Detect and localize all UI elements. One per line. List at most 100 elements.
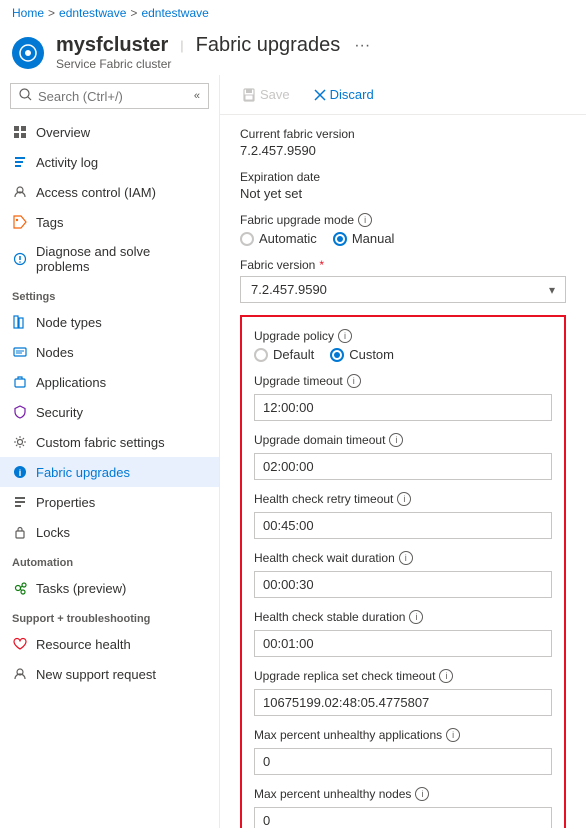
upgrade-mode-label: Fabric upgrade mode i — [240, 213, 566, 227]
applications-icon — [12, 374, 28, 390]
sidebar-item-tags[interactable]: Tags — [0, 207, 219, 237]
upgrade-domain-timeout-label: Upgrade domain timeout i — [254, 433, 552, 447]
locks-icon — [12, 524, 28, 540]
radio-custom-button[interactable] — [330, 348, 344, 362]
new-support-icon — [12, 666, 28, 682]
replica-timeout-field: Upgrade replica set check timeout i — [254, 669, 552, 716]
replica-timeout-label: Upgrade replica set check timeout i — [254, 669, 552, 683]
automation-section-header: Automation — [0, 547, 219, 573]
health-retry-input[interactable] — [254, 512, 552, 539]
max-unhealthy-nodes-info-icon[interactable]: i — [415, 787, 429, 801]
upgrade-timeout-input[interactable] — [254, 394, 552, 421]
sidebar-item-access-control[interactable]: Access control (IAM) — [0, 177, 219, 207]
current-version-value: 7.2.457.9590 — [240, 143, 566, 158]
search-expand-icon[interactable]: « — [194, 90, 200, 102]
health-stable-input[interactable] — [254, 630, 552, 657]
more-options-icon[interactable]: ··· — [354, 37, 370, 55]
max-unhealthy-apps-input[interactable] — [254, 748, 552, 775]
properties-icon — [12, 494, 28, 510]
radio-default[interactable]: Default — [254, 347, 314, 362]
radio-custom-label: Custom — [349, 347, 394, 362]
fabric-version-label: Fabric version * — [240, 258, 566, 272]
radio-automatic[interactable]: Automatic — [240, 231, 317, 246]
sidebar-item-security[interactable]: Security — [0, 397, 219, 427]
sidebar-label-nodes: Nodes — [36, 345, 74, 360]
expiration-label: Expiration date — [240, 170, 566, 184]
form-content: Current fabric version 7.2.457.9590 Expi… — [220, 115, 586, 828]
sidebar-label-diagnose: Diagnose and solve problems — [36, 244, 207, 274]
sidebar-label-applications: Applications — [36, 375, 106, 390]
sidebar-label-locks: Locks — [36, 525, 70, 540]
page-title: Fabric upgrades — [196, 34, 341, 57]
sidebar-item-tasks[interactable]: Tasks (preview) — [0, 573, 219, 603]
breadcrumb-home[interactable]: Home — [12, 6, 44, 20]
radio-manual[interactable]: Manual — [333, 231, 395, 246]
max-unhealthy-apps-info-icon[interactable]: i — [446, 728, 460, 742]
settings-section-header: Settings — [0, 281, 219, 307]
sidebar-label-resource-health: Resource health — [36, 637, 131, 652]
sidebar-item-overview[interactable]: Overview — [0, 117, 219, 147]
replica-timeout-input[interactable] — [254, 689, 552, 716]
upgrade-mode-info-icon[interactable]: i — [358, 213, 372, 227]
radio-manual-inner — [337, 236, 343, 242]
chevron-down-icon: ▾ — [549, 283, 555, 297]
radio-custom[interactable]: Custom — [330, 347, 394, 362]
sidebar-item-properties[interactable]: Properties — [0, 487, 219, 517]
policy-info-icon[interactable]: i — [338, 329, 352, 343]
sidebar-item-fabric-upgrades[interactable]: i Fabric upgrades — [0, 457, 219, 487]
sidebar-item-custom-fabric[interactable]: Custom fabric settings — [0, 427, 219, 457]
radio-automatic-button[interactable] — [240, 232, 254, 246]
health-stable-info-icon[interactable]: i — [409, 610, 423, 624]
breadcrumb-sep2: > — [130, 6, 137, 20]
sidebar-item-node-types[interactable]: Node types — [0, 307, 219, 337]
current-version-label: Current fabric version — [240, 127, 566, 141]
health-wait-input[interactable] — [254, 571, 552, 598]
health-stable-label: Health check stable duration i — [254, 610, 552, 624]
required-asterisk: * — [319, 258, 324, 272]
health-retry-info-icon[interactable]: i — [397, 492, 411, 506]
search-box[interactable]: « — [10, 83, 209, 109]
search-icon — [19, 88, 32, 104]
upgrade-domain-timeout-input[interactable] — [254, 453, 552, 480]
save-label: Save — [260, 87, 290, 102]
fabric-version-dropdown[interactable]: 7.2.457.9590 ▾ — [240, 276, 566, 303]
tags-icon — [12, 214, 28, 230]
upgrade-timeout-info-icon[interactable]: i — [347, 374, 361, 388]
breadcrumb-sep1: > — [48, 6, 55, 20]
breadcrumb-level2[interactable]: edntestwave — [141, 6, 208, 20]
discard-button[interactable]: Discard — [308, 83, 380, 106]
sidebar-item-applications[interactable]: Applications — [0, 367, 219, 397]
max-unhealthy-apps-label: Max percent unhealthy applications i — [254, 728, 552, 742]
radio-automatic-label: Automatic — [259, 231, 317, 246]
upgrade-timeout-field: Upgrade timeout i — [254, 374, 552, 421]
sidebar-label-activity-log: Activity log — [36, 155, 98, 170]
radio-manual-label: Manual — [352, 231, 395, 246]
toolbar: Save Discard — [220, 75, 586, 115]
fabric-version-value: 7.2.457.9590 — [251, 282, 327, 297]
sidebar-item-new-support[interactable]: New support request — [0, 659, 219, 689]
replica-timeout-info-icon[interactable]: i — [439, 669, 453, 683]
resource-subtitle: Service Fabric cluster — [56, 57, 370, 71]
sidebar-item-diagnose[interactable]: Diagnose and solve problems — [0, 237, 219, 281]
health-wait-info-icon[interactable]: i — [399, 551, 413, 565]
radio-default-label: Default — [273, 347, 314, 362]
max-unhealthy-apps-field: Max percent unhealthy applications i — [254, 728, 552, 775]
sidebar-item-nodes[interactable]: Nodes — [0, 337, 219, 367]
sidebar-item-resource-health[interactable]: Resource health — [0, 629, 219, 659]
health-wait-field: Health check wait duration i — [254, 551, 552, 598]
sidebar-label-security: Security — [36, 405, 83, 420]
radio-manual-button[interactable] — [333, 232, 347, 246]
radio-default-button[interactable] — [254, 348, 268, 362]
main-layout: « Overview Activity log Access control (… — [0, 75, 586, 828]
sidebar-label-properties: Properties — [36, 495, 95, 510]
search-input[interactable] — [38, 89, 188, 104]
health-retry-field: Health check retry timeout i — [254, 492, 552, 539]
breadcrumb-level1[interactable]: edntestwave — [59, 6, 126, 20]
sidebar-item-activity-log[interactable]: Activity log — [0, 147, 219, 177]
page-header: mysfcluster | Fabric upgrades ··· Servic… — [0, 26, 586, 75]
max-unhealthy-nodes-input[interactable] — [254, 807, 552, 828]
health-retry-label: Health check retry timeout i — [254, 492, 552, 506]
save-button[interactable]: Save — [236, 83, 296, 106]
sidebar-item-locks[interactable]: Locks — [0, 517, 219, 547]
upgrade-domain-info-icon[interactable]: i — [389, 433, 403, 447]
